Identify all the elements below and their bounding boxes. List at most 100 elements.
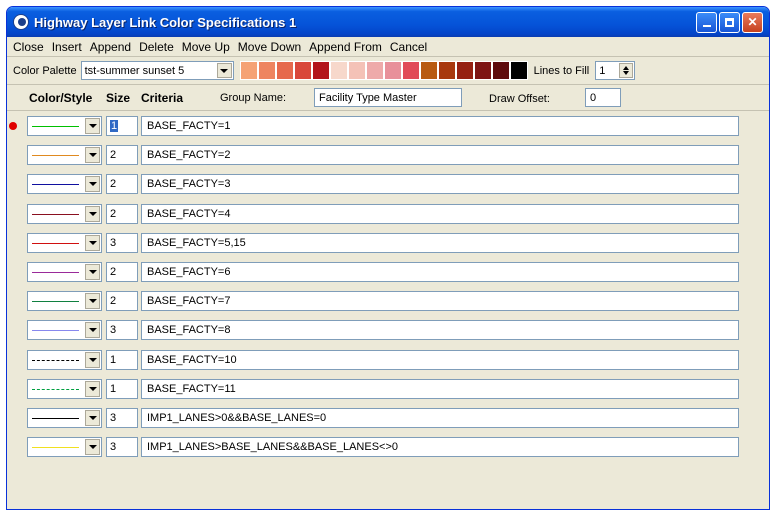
draw-offset-label: Draw Offset: — [489, 93, 550, 105]
size-input[interactable]: 3 — [106, 408, 138, 428]
chevron-down-icon[interactable] — [85, 439, 100, 456]
column-header: Color/Style Size Criteria Group Name: Fa… — [7, 85, 769, 111]
size-input[interactable]: 2 — [106, 174, 138, 195]
line-sample — [32, 242, 79, 244]
palette-swatch[interactable] — [293, 61, 312, 80]
size-input[interactable]: 2 — [106, 291, 138, 312]
draw-offset-input[interactable]: 0 — [585, 88, 621, 107]
line-sample — [32, 388, 79, 390]
palette-swatches — [239, 61, 528, 80]
size-input[interactable]: 2 — [106, 262, 138, 282]
palette-swatch[interactable] — [275, 61, 294, 80]
title-bar[interactable]: Highway Layer Link Color Specifications … — [7, 7, 769, 37]
palette-swatch[interactable] — [347, 61, 366, 80]
minimize-button[interactable] — [696, 11, 717, 33]
chevron-down-icon[interactable] — [85, 234, 100, 251]
line-style-select[interactable] — [27, 320, 102, 341]
lines-to-fill-spinner[interactable]: 1 — [595, 61, 636, 80]
criteria-input[interactable]: BASE_FACTY=6 — [141, 262, 739, 282]
palette-swatch[interactable] — [365, 61, 384, 80]
line-style-select[interactable] — [27, 145, 102, 166]
line-style-select[interactable] — [27, 232, 102, 253]
line-sample — [32, 184, 79, 186]
color-palette-value: tst-summer sunset 5 — [84, 64, 185, 77]
criteria-input[interactable]: BASE_FACTY=1 — [141, 116, 739, 136]
minimize-icon — [702, 25, 711, 27]
menu-append[interactable]: Append — [90, 40, 131, 54]
size-input[interactable]: 2 — [106, 145, 138, 166]
chevron-down-icon[interactable] — [216, 63, 232, 78]
chevron-down-icon[interactable] — [85, 264, 100, 280]
size-input[interactable]: 3 — [106, 232, 138, 253]
criteria-input[interactable]: BASE_FACTY=7 — [141, 291, 739, 312]
criteria-input[interactable]: BASE_FACTY=10 — [141, 349, 739, 370]
size-input[interactable]: 1 — [106, 349, 138, 370]
line-style-select[interactable] — [27, 349, 102, 370]
color-palette-select[interactable]: tst-summer sunset 5 — [80, 61, 234, 80]
palette-swatch[interactable] — [257, 61, 276, 80]
color-style-header: Color/Style — [29, 90, 93, 105]
criteria-input[interactable]: BASE_FACTY=8 — [141, 320, 739, 341]
palette-swatch[interactable] — [383, 61, 402, 80]
palette-swatch[interactable] — [239, 61, 258, 80]
size-value: 2 — [110, 207, 117, 220]
size-input[interactable]: 3 — [106, 320, 138, 341]
line-style-select[interactable] — [27, 174, 102, 195]
menu-close[interactable]: Close — [13, 40, 44, 54]
palette-swatch[interactable] — [437, 61, 456, 80]
close-window-button[interactable]: ✕ — [742, 11, 763, 33]
palette-swatch[interactable] — [491, 61, 510, 80]
line-style-select[interactable] — [27, 262, 102, 282]
group-name-input[interactable]: Facility Type Master — [314, 88, 462, 107]
palette-swatch[interactable] — [509, 61, 528, 80]
size-value: 1 — [110, 120, 119, 132]
line-style-select[interactable] — [27, 291, 102, 312]
line-style-select[interactable] — [27, 408, 102, 428]
size-input[interactable]: 1 — [106, 378, 138, 399]
menu-append-from[interactable]: Append From — [309, 40, 382, 54]
size-value: 3 — [110, 412, 117, 424]
palette-swatch[interactable] — [401, 61, 420, 80]
palette-swatch[interactable] — [329, 61, 348, 80]
palette-swatch[interactable] — [311, 61, 330, 80]
chevron-down-icon[interactable] — [85, 205, 100, 222]
palette-swatch[interactable] — [419, 61, 438, 80]
chevron-down-icon[interactable] — [85, 351, 100, 368]
line-sample — [32, 301, 79, 303]
chevron-down-icon[interactable] — [85, 380, 100, 397]
size-input[interactable]: 2 — [106, 203, 138, 224]
line-style-select[interactable] — [27, 203, 102, 224]
chevron-down-icon[interactable] — [85, 293, 100, 310]
chevron-down-icon[interactable] — [85, 118, 100, 134]
spec-row: 2 BASE_FACTY=4 — [7, 203, 769, 225]
line-sample — [32, 359, 79, 361]
criteria-input[interactable]: BASE_FACTY=5,15 — [141, 232, 739, 253]
criteria-input[interactable]: IMP1_LANES>0&&BASE_LANES=0 — [141, 408, 739, 428]
chevron-down-icon[interactable] — [85, 176, 100, 193]
chevron-down-icon[interactable] — [85, 410, 100, 426]
line-style-select[interactable] — [27, 437, 102, 458]
palette-swatch[interactable] — [473, 61, 492, 80]
menu-delete[interactable]: Delete — [139, 40, 174, 54]
menu-move-down[interactable]: Move Down — [238, 40, 301, 54]
maximize-button[interactable] — [719, 11, 740, 33]
size-input[interactable]: 1 — [106, 116, 138, 136]
chevron-down-icon[interactable] — [85, 147, 100, 164]
spec-row: 1 BASE_FACTY=10 — [7, 349, 769, 371]
criteria-input[interactable]: BASE_FACTY=3 — [141, 174, 739, 195]
menu-cancel[interactable]: Cancel — [390, 40, 427, 54]
menu-move-up[interactable]: Move Up — [182, 40, 230, 54]
spec-row: 3 BASE_FACTY=5,15 — [7, 232, 769, 254]
size-input[interactable]: 3 — [106, 437, 138, 458]
criteria-input[interactable]: BASE_FACTY=4 — [141, 203, 739, 224]
palette-swatch[interactable] — [455, 61, 474, 80]
spec-row: 2 BASE_FACTY=7 — [7, 290, 769, 312]
chevron-down-icon[interactable] — [85, 322, 100, 339]
menu-insert[interactable]: Insert — [52, 40, 82, 54]
line-style-select[interactable] — [27, 378, 102, 399]
spinner-arrows-icon[interactable] — [619, 63, 634, 78]
criteria-input[interactable]: BASE_FACTY=2 — [141, 145, 739, 166]
criteria-input[interactable]: IMP1_LANES>BASE_LANES&&BASE_LANES<>0 — [141, 437, 739, 458]
criteria-input[interactable]: BASE_FACTY=11 — [141, 378, 739, 399]
line-style-select[interactable] — [27, 116, 102, 136]
